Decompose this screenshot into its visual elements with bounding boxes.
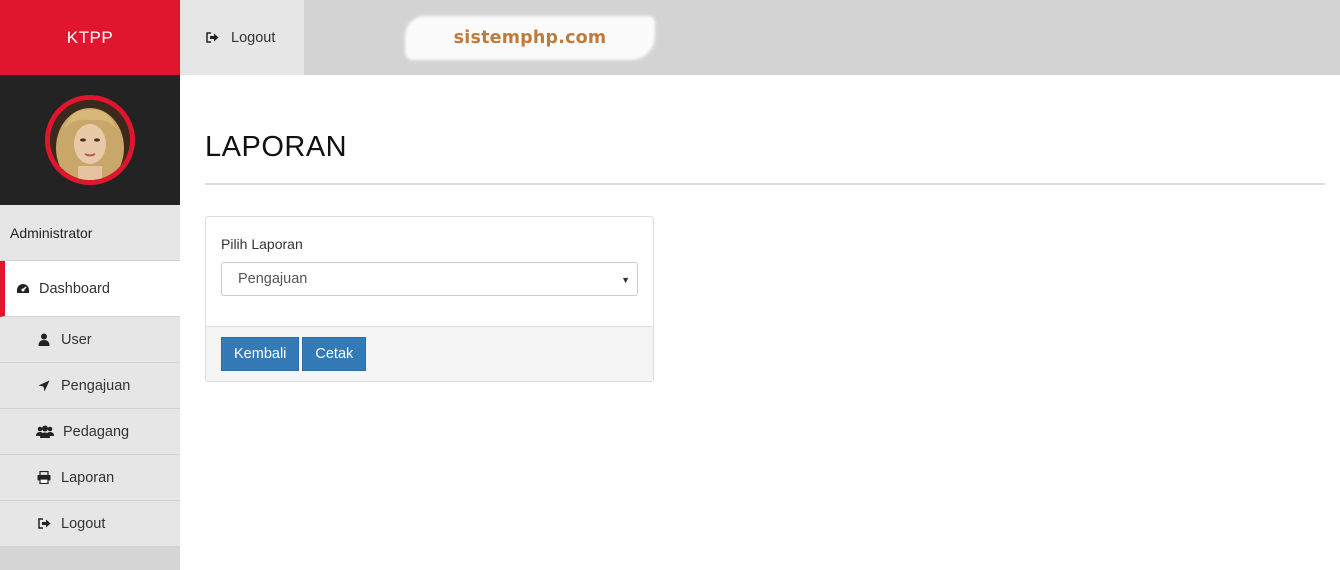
sign-out-icon (206, 32, 219, 43)
sidebar-item-logout[interactable]: Logout (0, 501, 180, 547)
print-button[interactable]: Cetak (302, 337, 367, 371)
users-icon (36, 425, 54, 439)
profile-area (0, 75, 180, 205)
user-icon (36, 333, 52, 347)
sidebar-item-label: Pedagang (63, 423, 130, 440)
sidebar-item-dashboard[interactable]: Dashboard (0, 261, 180, 317)
brand-text: KTPP (66, 27, 114, 47)
report-select[interactable]: Pengajuan ▼ (221, 262, 638, 296)
sidebar-item-label: User (61, 331, 92, 348)
top-navbar: Logout sistemphp.com (180, 0, 1340, 75)
report-panel: Pilih Laporan Pengajuan ▼ Kembali Cetak (205, 216, 654, 382)
top-logout-label: Logout (231, 29, 276, 46)
top-logout-button[interactable]: Logout (180, 0, 304, 75)
sidebar: KTPP Administrator Dashboard User Pengaj… (0, 0, 180, 570)
brand-logo[interactable]: KTPP (0, 0, 180, 75)
sidebar-item-label: Dashboard (39, 280, 110, 297)
print-icon (36, 471, 52, 485)
sidebar-item-user[interactable]: User (0, 317, 180, 363)
panel-footer: Kembali Cetak (206, 326, 653, 381)
main-content: LAPORAN Pilih Laporan Pengajuan ▼ Kembal… (205, 75, 1325, 382)
caret-down-icon: ▼ (621, 275, 630, 285)
report-select-value: Pengajuan (238, 271, 308, 287)
report-select-label: Pilih Laporan (221, 236, 303, 252)
sidebar-item-label: Pengajuan (61, 377, 131, 394)
sidebar-item-label: Logout (61, 515, 106, 532)
sign-out-icon (36, 517, 52, 531)
back-button[interactable]: Kembali (221, 337, 300, 371)
user-role: Administrator (0, 205, 180, 261)
sidebar-item-laporan[interactable]: Laporan (0, 455, 180, 501)
dashboard-icon (15, 282, 31, 296)
watermark-text: sistemphp.com (453, 28, 607, 48)
location-arrow-icon (36, 379, 52, 393)
avatar-image (50, 100, 130, 180)
sidebar-item-label: Laporan (61, 469, 115, 486)
page-title: LAPORAN (205, 131, 348, 163)
sidebar-item-pengajuan[interactable]: Pengajuan (0, 363, 180, 409)
avatar (45, 95, 135, 185)
title-divider (205, 183, 1325, 185)
panel-body: Pilih Laporan Pengajuan ▼ (206, 217, 653, 326)
sidebar-item-pedagang[interactable]: Pedagang (0, 409, 180, 455)
watermark: sistemphp.com (405, 16, 655, 60)
